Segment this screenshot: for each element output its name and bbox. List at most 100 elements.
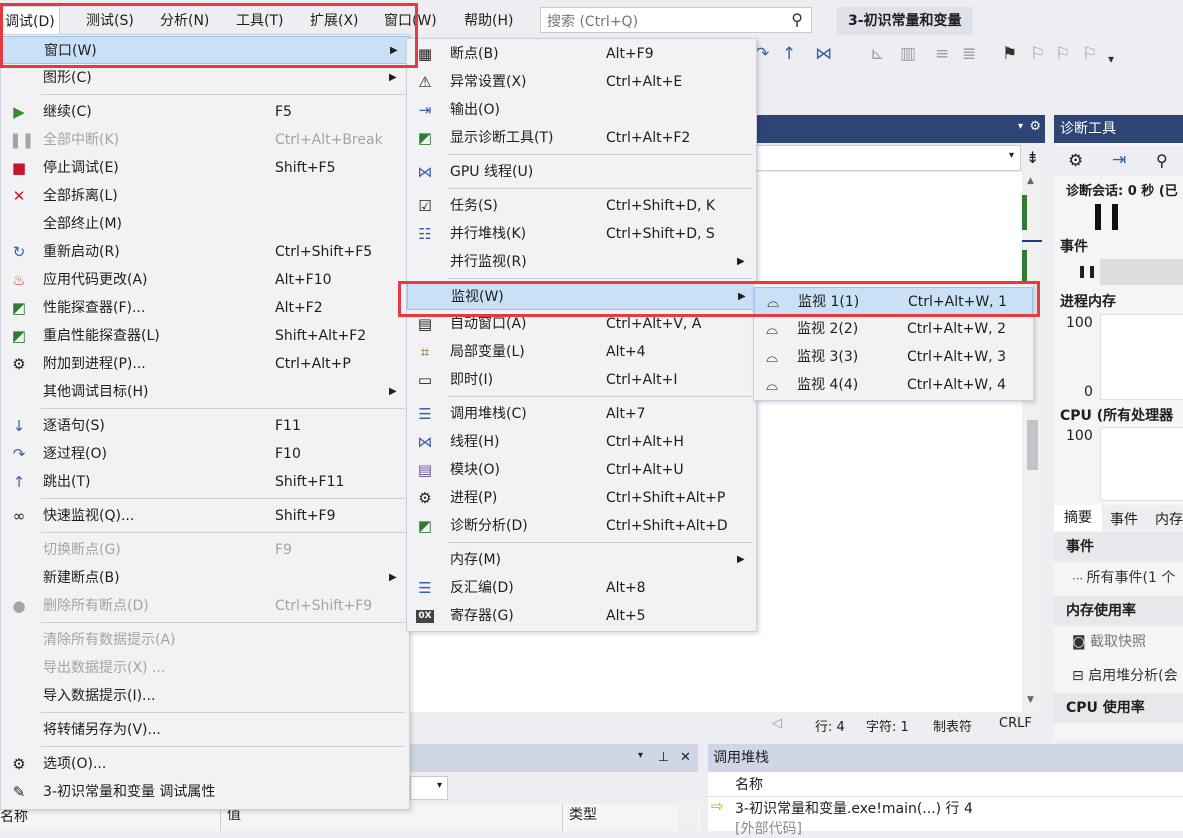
column-type[interactable]: 类型	[562, 804, 597, 831]
menu-item-watch-3[interactable]: ⌓ 监视 3(3) Ctrl+Alt+W, 3	[754, 343, 1033, 371]
split-icon[interactable]: ⇟	[1026, 148, 1039, 167]
menu-item-memory[interactable]: 内存(M) ▶	[407, 546, 756, 574]
uncomment-icon[interactable]: ≣	[962, 44, 976, 64]
hscroll-left-icon[interactable]: ◁	[772, 716, 782, 731]
bookmark-icon[interactable]: ⚑	[1002, 44, 1017, 64]
all-events-link[interactable]: ⋯ 所有事件(1 个	[1054, 563, 1183, 594]
pin-icon[interactable]: ⊥	[658, 750, 669, 765]
menu-item-window[interactable]: 窗口(W) ▶	[1, 36, 409, 64]
nav-dropdown-icon[interactable]: ▾	[1009, 150, 1014, 161]
menu-item-step-out[interactable]: ↑ 跳出(T) Shift+F11	[1, 468, 409, 496]
tab-events[interactable]: 事件	[1110, 509, 1138, 529]
menu-item-threads[interactable]: ⋈ 线程(H) Ctrl+Alt+H	[407, 428, 756, 456]
menu-item-watch[interactable]: 监视(W) ▶	[407, 282, 756, 310]
menu-tools[interactable]: 工具(T)	[236, 10, 283, 32]
menu-item-processes[interactable]: ⚙ 进程(P) Ctrl+Shift+Alt+P	[407, 484, 756, 512]
menu-analyze[interactable]: 分析(N)	[160, 10, 209, 32]
menu-item-apply-code-changes[interactable]: ♨ 应用代码更改(A) Alt+F10	[1, 266, 409, 294]
close-icon[interactable]: ✕	[680, 750, 691, 765]
menu-item-exception-settings[interactable]: ⚠ 异常设置(X) Ctrl+Alt+E	[407, 68, 756, 96]
menu-item-restart-profiler[interactable]: ◩ 重启性能探查器(L) Shift+Alt+F2	[1, 322, 409, 350]
menu-item-locals[interactable]: ⌗ 局部变量(L) Alt+4	[407, 338, 756, 366]
callstack-column-name[interactable]: 名称	[735, 774, 763, 794]
pause-icon[interactable]: ❚❚	[1077, 264, 1097, 278]
step-out-toolbar-icon[interactable]: ↑	[782, 44, 796, 64]
settings-icon[interactable]: ⚙	[1068, 151, 1083, 171]
cpu-label[interactable]: CPU (所有处理器	[1060, 405, 1173, 425]
events-section-label[interactable]: 事件	[1060, 236, 1088, 256]
take-snapshot-button[interactable]: ◙ 截取快照	[1054, 627, 1183, 657]
menu-item-graphics[interactable]: 图形(C) ▶	[1, 64, 409, 92]
menu-item-diagnostic-analysis[interactable]: ◩ 诊断分析(D) Ctrl+Shift+Alt+D	[407, 512, 756, 540]
menu-item-watch-4[interactable]: ⌓ 监视 4(4) Ctrl+Alt+W, 4	[754, 371, 1033, 399]
scroll-down-icon[interactable]: ▼	[1027, 695, 1034, 705]
menu-item-registers[interactable]: 0X 寄存器(G) Alt+5	[407, 602, 756, 630]
zoom-icon[interactable]: ⚲	[1156, 151, 1168, 170]
menu-item-watch-1[interactable]: ⌓ 监视 1(1) Ctrl+Alt+W, 1	[754, 287, 1033, 315]
step-over-toolbar-icon[interactable]: ↷	[755, 44, 769, 64]
menu-item-other-debug-targets[interactable]: 其他调试目标(H) ▶	[1, 378, 409, 406]
menu-item-options[interactable]: ⚙ 选项(O)...	[1, 750, 409, 778]
scroll-up-icon[interactable]: ▲	[1027, 176, 1034, 186]
menu-item-break-all[interactable]: ❚❚ 全部中断(K) Ctrl+Alt+Break	[1, 126, 409, 154]
menu-item-parallel-watch[interactable]: 并行监视(R) ▶	[407, 248, 756, 276]
menu-window[interactable]: 窗口(W)	[384, 10, 437, 32]
status-eol[interactable]: CRLF	[999, 716, 1032, 731]
stack-frame-icon[interactable]: ⊾	[870, 44, 884, 64]
show-threads-icon[interactable]: ▥	[900, 44, 916, 64]
toolbar-overflow-icon[interactable]: ▾	[1108, 52, 1114, 66]
menu-item-delete-all-breakpoints[interactable]: ● 删除所有断点(D) Ctrl+Shift+F9	[1, 592, 409, 620]
menu-item-new-breakpoint[interactable]: 新建断点(B) ▶	[1, 564, 409, 592]
menu-item-watch-2[interactable]: ⌓ 监视 2(2) Ctrl+Alt+W, 2	[754, 315, 1033, 343]
menu-item-attach-to-process[interactable]: ⚙ 附加到进程(P)... Ctrl+Alt+P	[1, 350, 409, 378]
callstack-row[interactable]: [外部代码]	[735, 818, 802, 838]
heap-profiling-toggle[interactable]: ⊟ 启用堆分析(会	[1054, 661, 1183, 691]
menu-extensions[interactable]: 扩展(X)	[310, 10, 359, 32]
editor-scroll-thumb[interactable]	[1027, 420, 1038, 470]
thread-toolbar-icon[interactable]: ⋈	[815, 44, 832, 64]
menu-item-parallel-stacks[interactable]: ☷ 并行堆栈(K) Ctrl+Shift+D, S	[407, 220, 756, 248]
locals-scrollbar[interactable]	[678, 804, 698, 831]
menu-item-performance-profiler[interactable]: ◩ 性能探查器(F)... Alt+F2	[1, 294, 409, 322]
menu-item-breakpoints[interactable]: ▦ 断点(B) Alt+F9	[407, 40, 756, 68]
menu-item-save-dump[interactable]: 将转储另存为(V)...	[1, 716, 409, 744]
callstack-row[interactable]: ⇨ 3-初识常量和变量.exe!main(...) 行 4	[708, 797, 1183, 819]
menu-item-step-over[interactable]: ↷ 逐过程(O) F10	[1, 440, 409, 468]
menu-item-immediate[interactable]: ▭ 即时(I) Ctrl+Alt+I	[407, 366, 756, 394]
tab-dropdown-icon[interactable]: ▾	[1018, 121, 1023, 132]
comment-icon[interactable]: ≡	[935, 44, 949, 64]
menu-item-terminate-all[interactable]: 全部终止(M)	[1, 210, 409, 238]
menu-item-disassembly[interactable]: ☰ 反汇编(D) Alt+8	[407, 574, 756, 602]
menu-item-stop-debugging[interactable]: ■ 停止调试(E) Shift+F5	[1, 154, 409, 182]
menu-item-gpu-threads[interactable]: ⋈ GPU 线程(U)	[407, 158, 756, 186]
export-icon[interactable]: ⇥	[1112, 150, 1126, 170]
prev-bookmark-icon[interactable]: ⚐	[1030, 44, 1045, 64]
status-tabs[interactable]: 制表符	[933, 716, 972, 735]
menu-item-diagnostic-tools[interactable]: ◩ 显示诊断工具(T) Ctrl+Alt+F2	[407, 124, 756, 152]
menu-test[interactable]: 测试(S)	[86, 10, 134, 32]
next-bookmark-icon[interactable]: ⚐	[1055, 44, 1070, 64]
menu-debug[interactable]: 调试(D)	[0, 6, 60, 37]
menu-item-call-stack[interactable]: ☰ 调用堆栈(C) Alt+7	[407, 400, 756, 428]
tab-summary[interactable]: 摘要	[1054, 505, 1102, 531]
locals-search-depth[interactable]: ▾	[410, 776, 448, 800]
menu-item-detach-all[interactable]: ✕ 全部拆离(L)	[1, 182, 409, 210]
menu-item-quickwatch[interactable]: ∞ 快速监视(Q)... Shift+F9	[1, 502, 409, 530]
menu-item-restart[interactable]: ↻ 重新启动(R) Ctrl+Shift+F5	[1, 238, 409, 266]
menu-item-autos[interactable]: ▤ 自动窗口(A) Ctrl+Alt+V, A	[407, 310, 756, 338]
menu-item-modules[interactable]: ▤ 模块(O) Ctrl+Alt+U	[407, 456, 756, 484]
menu-item-step-into[interactable]: ↓ 逐语句(S) F11	[1, 412, 409, 440]
menu-item-debug-properties[interactable]: ✎ 3-初识常量和变量 调试属性	[1, 778, 409, 806]
menu-item-tasks[interactable]: ☑ 任务(S) Ctrl+Shift+D, K	[407, 192, 756, 220]
menu-item-continue[interactable]: ▶ 继续(C) F5	[1, 98, 409, 126]
search-input[interactable]: 搜索 (Ctrl+Q) ⚲	[540, 7, 812, 33]
menu-item-export-datatips[interactable]: 导出数据提示(X) ...	[1, 654, 409, 682]
menu-item-clear-datatips[interactable]: 清除所有数据提示(A)	[1, 626, 409, 654]
tab-settings-icon[interactable]: ⚙	[1029, 119, 1041, 134]
tab-memory[interactable]: 内存	[1155, 509, 1183, 529]
menu-item-output[interactable]: ⇥ 输出(O)	[407, 96, 756, 124]
clear-bookmark-icon[interactable]: ⚐	[1082, 44, 1097, 64]
menu-item-import-datatips[interactable]: 导入数据提示(I)...	[1, 682, 409, 710]
menu-help[interactable]: 帮助(H)	[464, 10, 513, 32]
process-memory-label[interactable]: 进程内存	[1060, 291, 1116, 311]
